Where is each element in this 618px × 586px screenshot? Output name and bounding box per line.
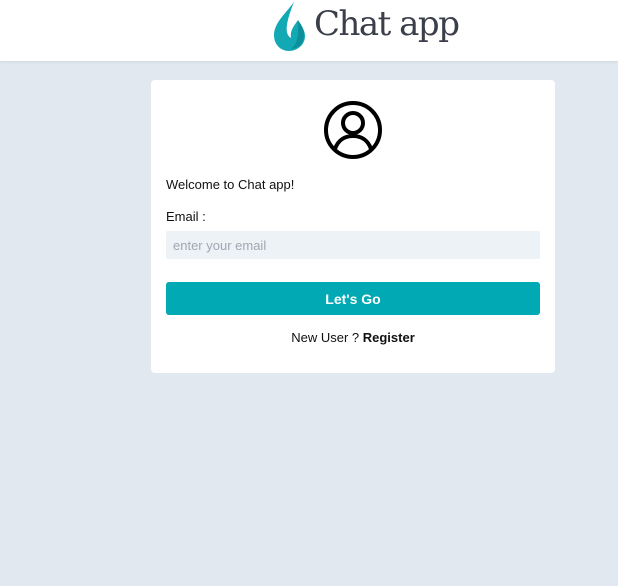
login-card: Welcome to Chat app! Email : Let's Go Ne… [151,80,555,373]
lets-go-button[interactable]: Let's Go [166,282,540,315]
register-row: New User ? Register [151,330,555,345]
app-title: Chat app [314,4,460,44]
user-circle-icon [324,101,382,159]
top-header: Chat app [0,0,618,61]
register-link[interactable]: Register [363,330,415,345]
flame-drop-icon [274,2,305,51]
brand: Chat app [272,0,460,52]
email-label: Email : [166,209,206,224]
welcome-text: Welcome to Chat app! [166,177,295,192]
new-user-text: New User ? [291,330,360,345]
email-input[interactable] [166,231,540,259]
